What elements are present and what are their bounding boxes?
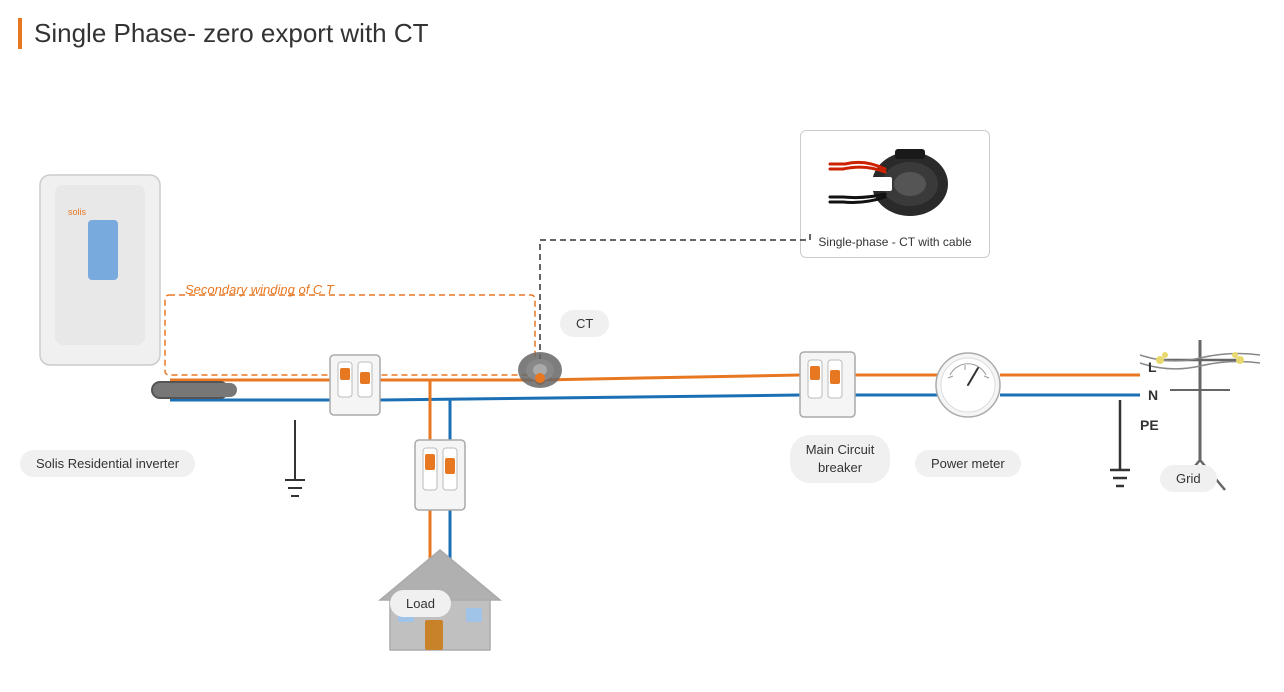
inverter-label: Solis Residential inverter: [20, 450, 195, 477]
ct-label: CT: [560, 310, 609, 337]
svg-text:N: N: [1148, 387, 1158, 403]
diagram-svg: solis: [0, 0, 1284, 692]
grid-label: Grid: [1160, 465, 1217, 492]
svg-text:PE: PE: [1140, 417, 1159, 433]
load-label: Load: [390, 590, 451, 617]
svg-text:solis: solis: [68, 207, 87, 217]
main-circuit-breaker-label: Main Circuit breaker: [790, 435, 890, 483]
main-container: { "title": "Single Phase- zero export wi…: [0, 0, 1284, 692]
power-meter-label: Power meter: [915, 450, 1021, 477]
svg-text:L: L: [1148, 359, 1157, 375]
